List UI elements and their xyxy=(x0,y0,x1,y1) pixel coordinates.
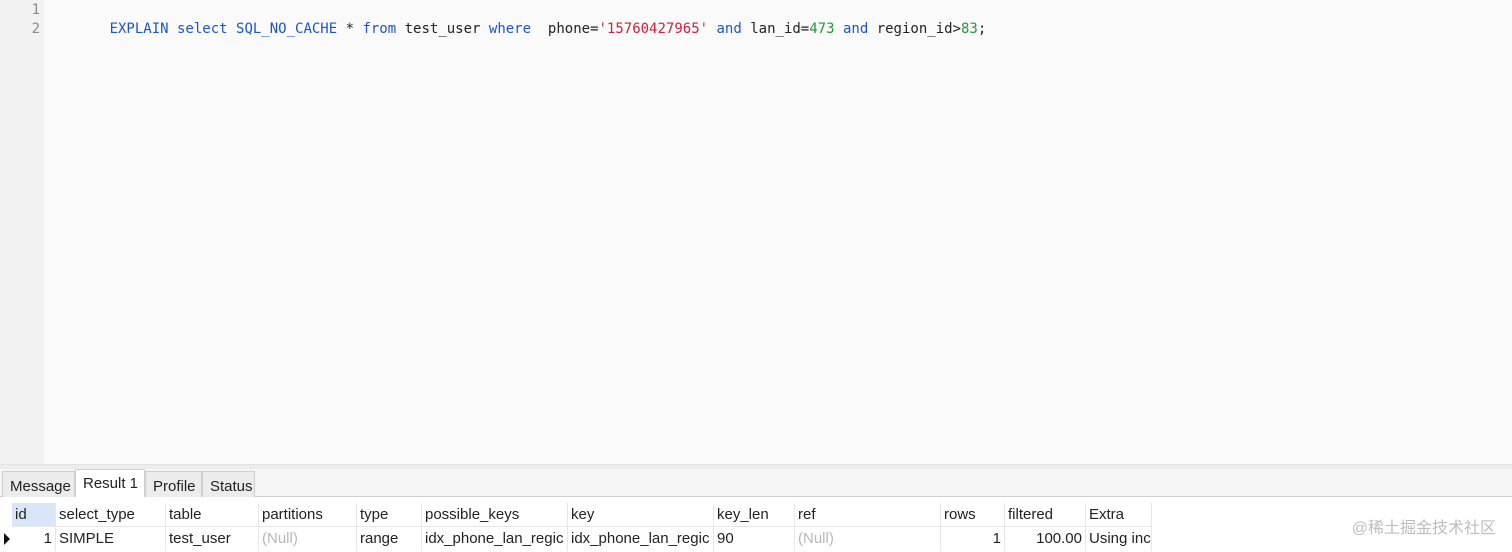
column-header-id[interactable]: id xyxy=(12,503,56,527)
sql-token: where xyxy=(488,21,532,37)
sql-token: '15760427965' xyxy=(598,21,709,37)
cell-filtered[interactable]: 100.00 xyxy=(1005,527,1086,551)
sql-line-1[interactable]: EXPLAIN select SQL_NO_CACHE * from test_… xyxy=(59,1,987,58)
sql-token: and xyxy=(716,21,742,37)
sql-token: and xyxy=(842,21,869,37)
line-number: 2 xyxy=(31,21,40,37)
sql-token: phone= xyxy=(531,21,599,37)
column-header-extra[interactable]: Extra xyxy=(1086,503,1152,527)
column-header-select-type[interactable]: select_type xyxy=(56,503,166,527)
tab-message[interactable]: Message xyxy=(2,471,75,497)
cell-partitions[interactable]: (Null) xyxy=(259,527,357,551)
sql-token: EXPLAIN select SQL_NO_CACHE xyxy=(109,21,338,37)
sql-token: region_id> xyxy=(868,21,961,37)
cell-ref[interactable]: (Null) xyxy=(795,527,941,551)
code-area[interactable]: EXPLAIN select SQL_NO_CACHE * from test_… xyxy=(44,0,1512,464)
column-header-key-len[interactable]: key_len xyxy=(714,503,795,527)
sql-token: 83 xyxy=(960,21,978,37)
sql-token: lan_id= xyxy=(741,21,810,37)
cell-table[interactable]: test_user xyxy=(166,527,259,551)
result-grid[interactable]: id select_type table partitions type pos… xyxy=(0,497,1512,552)
cell-key[interactable]: idx_phone_lan_regic xyxy=(568,527,714,551)
sql-token: ; xyxy=(977,21,987,37)
column-header-type[interactable]: type xyxy=(357,503,422,527)
column-header-table[interactable]: table xyxy=(166,503,259,527)
tab-profile[interactable]: Profile xyxy=(145,471,202,497)
cell-id[interactable]: 1 xyxy=(12,527,56,551)
cell-select-type[interactable]: SIMPLE xyxy=(56,527,166,551)
tab-status[interactable]: Status xyxy=(202,471,255,497)
cell-possible-keys[interactable]: idx_phone_lan_regic xyxy=(422,527,568,551)
column-header-key[interactable]: key xyxy=(568,503,714,527)
cell-key-len[interactable]: 90 xyxy=(714,527,795,551)
column-header-ref[interactable]: ref xyxy=(795,503,941,527)
cell-type[interactable]: range xyxy=(357,527,422,551)
sql-token: from xyxy=(362,21,397,37)
column-header-rows[interactable]: rows xyxy=(941,503,1005,527)
column-header-partitions[interactable]: partitions xyxy=(259,503,357,527)
column-header-filtered[interactable]: filtered xyxy=(1005,503,1086,527)
tab-result-1[interactable]: Result 1 xyxy=(75,469,145,497)
sql-editor[interactable]: 1 2 EXPLAIN select SQL_NO_CACHE * from t… xyxy=(0,0,1512,464)
sql-token: test_user xyxy=(396,21,489,37)
line-number-gutter: 1 2 xyxy=(0,0,44,464)
cell-rows[interactable]: 1 xyxy=(941,527,1005,551)
watermark: @稀土掘金技术社区 xyxy=(1351,520,1496,537)
line-number: 1 xyxy=(31,2,40,18)
current-row-indicator-icon xyxy=(0,527,12,551)
result-tabbar: Message Result 1 Profile Status xyxy=(0,469,1512,497)
column-header-possible-keys[interactable]: possible_keys xyxy=(422,503,568,527)
sql-token: 473 xyxy=(809,21,835,37)
cell-extra[interactable]: Using inc xyxy=(1086,527,1152,551)
sql-token: * xyxy=(337,21,363,37)
